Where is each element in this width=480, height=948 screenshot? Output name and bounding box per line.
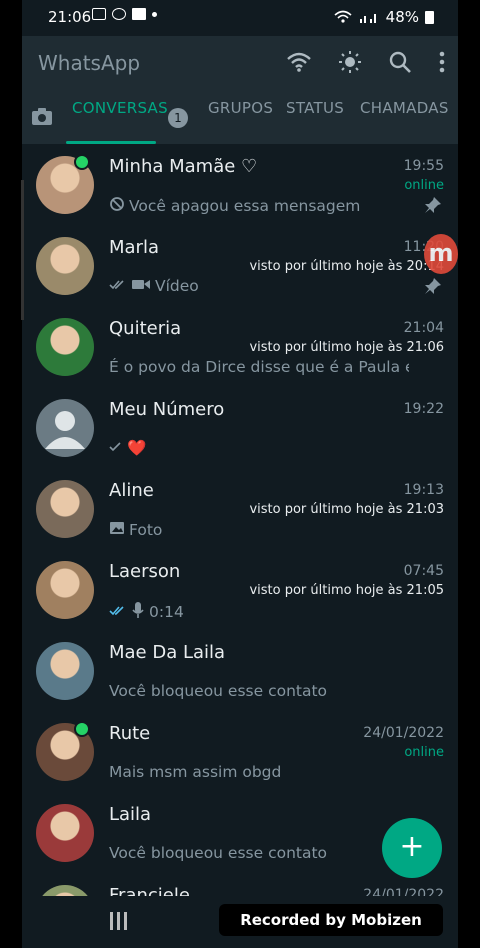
message-preview: ❤️ — [109, 439, 409, 457]
battery-text: 48% — [385, 8, 419, 26]
tab-bar: CONVERSAS 1 GRUPOS STATUS CHAMADAS — [22, 92, 458, 144]
chat-row[interactable]: Aline 19:13 visto por último hoje às 21:03… — [22, 470, 458, 551]
preview-text: É o povo da Dirce disse que é a Paula e … — [109, 358, 409, 376]
chat-row[interactable]: Quiteria 21:04 visto por último hoje às 21… — [22, 308, 458, 389]
message-preview: 0:14 — [109, 601, 409, 623]
avatar[interactable] — [36, 480, 94, 538]
message-preview: Vídeo — [109, 277, 409, 295]
tab-chamadas[interactable]: CHAMADAS — [360, 98, 448, 118]
message-preview: Foto — [109, 520, 409, 540]
chat-time: 21:04 — [403, 320, 444, 336]
more-options-icon[interactable] — [438, 50, 446, 74]
preview-text: Vídeo — [155, 277, 199, 295]
online-indicator — [74, 721, 90, 737]
recent-apps-button[interactable] — [110, 912, 127, 930]
video-icon — [131, 277, 151, 295]
chat-name: Mae Da Laila — [109, 642, 226, 663]
chat-name: Aline — [109, 480, 154, 501]
preview-text: Você apagou essa mensagem — [129, 197, 361, 215]
avatar[interactable] — [36, 642, 94, 700]
chat-time: 19:22 — [403, 401, 444, 417]
chat-time: 07:45 — [403, 563, 444, 579]
presence-status: online — [404, 178, 444, 193]
pin-icon — [424, 196, 442, 218]
online-indicator — [74, 154, 90, 170]
chat-name: Quiteria — [109, 318, 182, 339]
tab-grupos[interactable]: GRUPOS — [208, 98, 273, 118]
app-bar-actions — [286, 50, 446, 74]
preview-text: Foto — [129, 521, 163, 539]
read-receipt-icon — [109, 439, 123, 457]
folder-notification-icon — [132, 8, 146, 20]
chat-row[interactable]: Meu Número 19:22 ❤️ — [22, 389, 458, 470]
avatar[interactable] — [36, 318, 94, 376]
wifi-icon[interactable] — [286, 51, 312, 73]
new-chat-button[interactable]: + — [382, 818, 442, 878]
chat-time: 19:13 — [403, 482, 444, 498]
notification-icons — [92, 8, 157, 20]
brightness-icon[interactable] — [338, 50, 362, 74]
avatar[interactable] — [36, 237, 94, 295]
presence-status: visto por último hoje às 20:14 — [249, 259, 444, 274]
presence-status: online — [404, 745, 444, 760]
chat-row[interactable]: Rute 24/01/2022 online Mais msm assim obgd — [22, 713, 458, 794]
read-receipt-icon — [109, 603, 127, 621]
chat-row[interactable]: Marla11:20visto por último hoje às 20:14… — [22, 227, 458, 308]
mic-icon — [131, 601, 145, 623]
avatar[interactable] — [36, 561, 94, 619]
chat-name: Marla — [109, 237, 159, 258]
read-receipt-icon — [109, 277, 127, 295]
avatar[interactable] — [36, 399, 94, 457]
message-preview: É o povo da Dirce disse que é a Paula e … — [109, 358, 409, 376]
mobizen-overlay-icon[interactable]: m — [424, 234, 458, 274]
app-frame: 21:06 48% WhatsApp CONVERSAS 1 GRUPOS ST… — [22, 0, 458, 948]
avatar[interactable] — [36, 804, 94, 862]
chat-time: 19:55 — [403, 158, 444, 174]
pin-icon — [424, 277, 442, 299]
tab-conversas[interactable]: CONVERSAS — [72, 98, 168, 118]
message-preview: Você apagou essa mensagem — [109, 196, 409, 216]
app-bar: WhatsApp — [22, 36, 458, 92]
preview-text: Você bloqueou esse contato — [109, 682, 328, 700]
more-notifications-dot — [152, 11, 157, 17]
message-preview: Você bloqueou esse contato — [109, 682, 409, 700]
battery-icon — [425, 10, 434, 24]
chat-row[interactable]: Minha Mamãe ♡ 19:55 online Você apagou essa… — [22, 146, 458, 227]
gallery-notification-icon — [92, 8, 106, 20]
mobizen-notification-icon — [112, 8, 126, 20]
preview-text: 0:14 — [149, 603, 184, 621]
message-preview: Você bloqueou esse contato — [109, 844, 409, 862]
chat-row[interactable]: Mae Da Laila Você bloqueou esse contato — [22, 632, 458, 713]
default-avatar-icon — [45, 411, 85, 449]
presence-status: visto por último hoje às 21:06 — [249, 340, 444, 355]
signal-icon — [359, 14, 376, 23]
wifi-status-icon — [334, 10, 352, 23]
preview-text: Mais msm assim obgd — [109, 763, 282, 781]
camera-icon[interactable] — [30, 106, 54, 128]
photo-icon — [109, 520, 125, 540]
preview-text: ❤️ — [127, 439, 147, 457]
chat-row[interactable]: Laerson 07:45 visto por último hoje às 21:… — [22, 551, 458, 632]
chat-name: Laerson — [109, 561, 181, 582]
deleted-icon — [109, 196, 125, 216]
edge-scroll-indicator — [21, 180, 24, 320]
chat-name: Meu Número — [109, 399, 225, 420]
active-tab-indicator — [66, 141, 156, 144]
app-title: WhatsApp — [38, 51, 141, 75]
search-icon[interactable] — [388, 50, 412, 74]
status-time: 21:06 — [48, 8, 92, 26]
tab-status[interactable]: STATUS — [286, 98, 344, 118]
status-right: 48% — [334, 8, 434, 26]
message-preview: Mais msm assim obgd — [109, 763, 409, 781]
chat-name: Rute — [109, 723, 151, 744]
presence-status: visto por último hoje às 21:05 — [249, 583, 444, 598]
chat-time: 24/01/2022 — [363, 725, 444, 741]
preview-text: Você bloqueou esse contato — [109, 844, 328, 862]
chat-name: Laila — [109, 804, 152, 825]
presence-status: visto por último hoje às 21:03 — [249, 502, 444, 517]
unread-badge: 1 — [168, 108, 188, 128]
status-bar: 21:06 48% — [22, 0, 458, 36]
chat-name: Minha Mamãe ♡ — [109, 156, 258, 177]
recorder-watermark: Recorded by Mobizen — [219, 904, 443, 936]
